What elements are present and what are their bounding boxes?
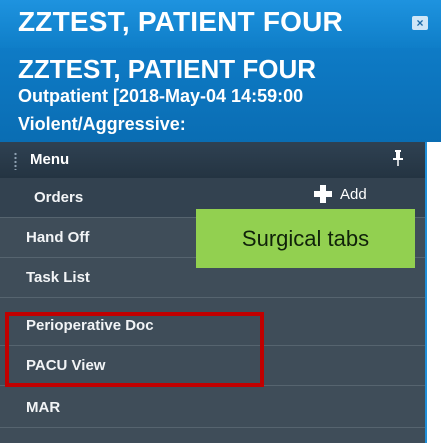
menu-item-label: Hand Off [26, 229, 90, 246]
menu-item-label: MAR [26, 399, 61, 416]
panel-edge [425, 142, 441, 443]
highlight-box [5, 312, 264, 387]
pin-icon[interactable] [392, 150, 404, 169]
patient-banner: ZZTEST, PATIENT FOUR Outpatient [2018-Ma… [0, 48, 441, 142]
menu-item-mar[interactable]: MAR [0, 388, 425, 428]
menu-title: Menu [30, 151, 70, 168]
add-label: Add [340, 186, 367, 203]
grip-icon[interactable] [14, 152, 17, 170]
window-title-bar: ZZTEST, PATIENT FOUR × [0, 0, 441, 48]
panel-edge-line [425, 142, 427, 443]
alert-label: Violent/Aggressive: [18, 114, 186, 134]
close-icon[interactable]: × [412, 16, 428, 30]
menu-item-label: Task List [26, 269, 90, 286]
encounter-info: Outpatient [2018-May-04 14:59:00 [18, 86, 304, 106]
plus-icon [314, 185, 332, 203]
surgical-tabs-callout: Surgical tabs [196, 209, 415, 268]
window-title: ZZTEST, PATIENT FOUR [18, 6, 343, 37]
patient-name: ZZTEST, PATIENT FOUR [18, 54, 317, 84]
menu-item-label: Orders [34, 189, 84, 206]
menu-header: Menu [0, 142, 425, 179]
